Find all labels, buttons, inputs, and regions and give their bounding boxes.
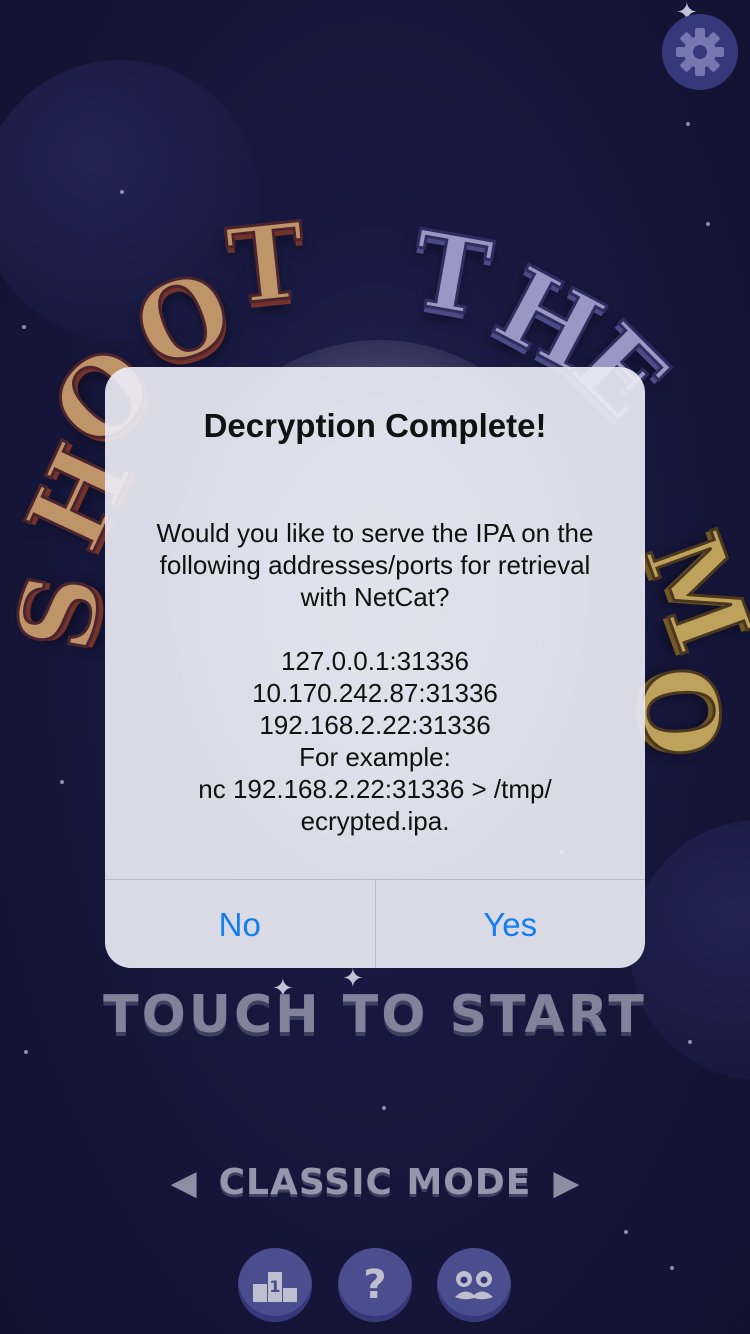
example-command-line: ecrypted.ipa.: [300, 806, 450, 836]
alert-message-line: with NetCat?: [300, 582, 450, 612]
example-command-line: nc 192.168.2.22:31336 > /tmp/: [198, 774, 552, 804]
address-line: 127.0.0.1:31336: [281, 646, 469, 676]
alert-message-line: following addresses/ports for retrieval: [159, 550, 591, 580]
no-button[interactable]: No: [105, 880, 376, 968]
alert-title: Decryption Complete!: [203, 407, 547, 444]
example-label: For example:: [299, 742, 451, 772]
address-line: 192.168.2.22:31336: [259, 710, 491, 740]
decryption-alert: Decryption Complete! Would you like to s…: [105, 367, 645, 968]
address-line: 10.170.242.87:31336: [252, 678, 498, 708]
game-screen[interactable]: ✦ ✦ ✦ S H O O T T H E M O TOUCH TO START: [0, 0, 750, 1334]
alert-actions: No Yes: [105, 879, 645, 968]
alert-message-line: Would you like to serve the IPA on the: [156, 518, 594, 548]
yes-button[interactable]: Yes: [376, 880, 646, 968]
